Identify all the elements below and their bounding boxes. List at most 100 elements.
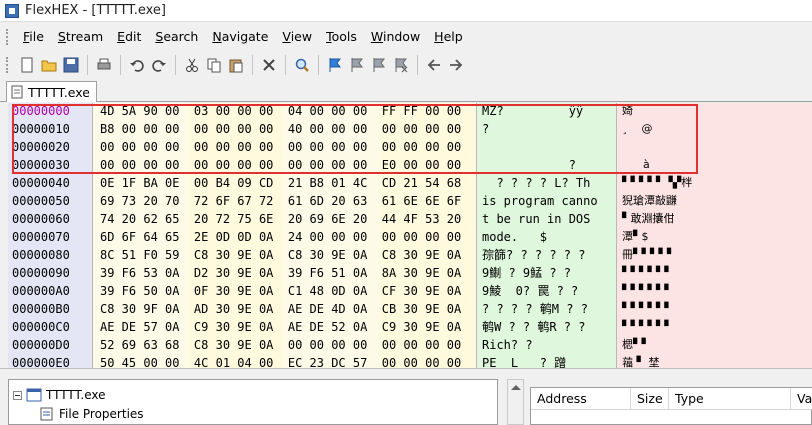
hex-row[interactable]: 00000080 8C 51 F0 59 C8 30 9E 0A C8 30 9E… bbox=[8, 246, 812, 264]
structure-table[interactable]: Address Size Type Val bbox=[530, 387, 812, 425]
ascii-cell[interactable]: mode. $ bbox=[482, 228, 598, 246]
column-header-type[interactable]: Type bbox=[669, 388, 791, 410]
hex-row[interactable]: 00000070 6D 6F 64 65 2E 0D 0D 0A 24 00 00… bbox=[8, 228, 812, 246]
ascii-cell[interactable] bbox=[482, 138, 598, 156]
hex-bytes-cell[interactable]: 6D 6F 64 65 2E 0D 0D 0A 24 00 00 00 00 0… bbox=[100, 228, 461, 246]
hex-row[interactable]: 000000D0 52 69 63 68 C8 30 9E 0A 00 00 00… bbox=[8, 336, 812, 354]
unicode-cell[interactable]: 䕐 ▘ 埜 bbox=[622, 354, 670, 368]
ascii-cell[interactable]: 9鯯 ? 9鯭 ? ? bbox=[482, 264, 578, 282]
menu-search[interactable]: Search bbox=[148, 27, 205, 47]
column-header-address[interactable]: Address bbox=[531, 388, 631, 410]
undo-button[interactable] bbox=[126, 54, 148, 76]
hex-bytes-cell[interactable]: 39 F6 53 0A D2 30 9E 0A 39 F6 51 0A 8A 3… bbox=[100, 264, 461, 282]
menu-file[interactable]: File bbox=[16, 27, 51, 47]
unicode-cell[interactable] bbox=[622, 138, 653, 156]
hex-bytes-cell[interactable]: AE DE 57 0A C9 30 9E 0A AE DE 52 0A C9 3… bbox=[100, 318, 461, 336]
hex-bytes-cell[interactable]: B8 00 00 00 00 00 00 00 40 00 00 00 00 0… bbox=[100, 120, 461, 138]
ascii-cell[interactable]: 孮篩? ? ? ? ? ? bbox=[482, 246, 593, 264]
hex-row[interactable]: 000000E0 50 45 00 00 4C 01 04 00 EC 23 DC… bbox=[8, 354, 812, 368]
ascii-cell[interactable]: MZ? ÿÿ bbox=[482, 103, 598, 120]
hex-row[interactable]: 000000B0 C8 30 9F 0A AD 30 9E 0A AE DE 4D… bbox=[8, 300, 812, 318]
bookmark-button[interactable] bbox=[324, 54, 346, 76]
hex-bytes-cell[interactable]: 00 00 00 00 00 00 00 00 00 00 00 00 E0 0… bbox=[100, 156, 461, 174]
menu-window[interactable]: Window bbox=[364, 27, 427, 47]
unicode-cell[interactable]: ▘▘▘▘▘▘ bbox=[622, 300, 673, 318]
ascii-cell[interactable]: is program canno bbox=[482, 192, 598, 210]
hex-row[interactable]: 00000060 74 20 62 65 20 72 75 6E 20 69 6E… bbox=[8, 210, 812, 228]
print-button[interactable] bbox=[93, 54, 115, 76]
unicode-cell[interactable]: ▘▘▘▘▘▝▞柈 bbox=[622, 174, 692, 192]
ascii-cell[interactable]: t be run in DOS bbox=[482, 210, 598, 228]
scroll-up-icon[interactable] bbox=[511, 385, 521, 390]
bookmark-next-button[interactable] bbox=[346, 54, 368, 76]
bookmark-prev-button[interactable] bbox=[368, 54, 390, 76]
hex-row[interactable]: 00000090 39 F6 53 0A D2 30 9E 0A 39 F6 51… bbox=[8, 264, 812, 282]
unicode-cell[interactable]: à bbox=[622, 156, 657, 174]
unicode-cell[interactable]: ▘敢淵攮佄 bbox=[622, 210, 674, 228]
hex-row[interactable]: 00000000 4D 5A 90 00 03 00 00 00 04 00 00… bbox=[8, 103, 812, 120]
tree-item-root[interactable]: TTTTT.exe bbox=[13, 386, 105, 404]
hex-bytes-cell[interactable]: C8 30 9F 0A AD 30 9E 0A AE DE 4D 0A CB 3… bbox=[100, 300, 461, 318]
collapse-icon[interactable] bbox=[13, 390, 22, 400]
hex-row[interactable]: 000000A0 39 F6 50 0A 0F 30 9E 0A C1 48 0D… bbox=[8, 282, 812, 300]
unicode-cell[interactable]: ▘▘▘▘▘▘ bbox=[622, 264, 673, 282]
hex-row[interactable]: 00000040 0E 1F BA 0E 00 B4 09 CD 21 B8 01… bbox=[8, 174, 812, 192]
unicode-cell[interactable]: ▘▘▘▘▘▘ bbox=[622, 282, 673, 300]
ascii-cell[interactable]: ? bbox=[482, 156, 598, 174]
hex-row[interactable]: 000000C0 AE DE 57 0A C9 30 9E 0A AE DE 52… bbox=[8, 318, 812, 336]
ascii-cell[interactable]: Rich? ? bbox=[482, 336, 598, 354]
save-button[interactable] bbox=[60, 54, 82, 76]
hex-bytes-cell[interactable]: 0E 1F BA 0E 00 B4 09 CD 21 B8 01 4C CD 2… bbox=[100, 174, 461, 192]
menu-view[interactable]: View bbox=[275, 27, 319, 47]
tab-tttttexe[interactable]: TTTTT.exe bbox=[6, 81, 97, 102]
delete-button[interactable] bbox=[258, 54, 280, 76]
hex-bytes-cell[interactable]: 39 F6 50 0A 0F 30 9E 0A C1 48 0D 0A CF 3… bbox=[100, 282, 461, 300]
open-folder-button[interactable] bbox=[38, 54, 60, 76]
ascii-cell[interactable]: PE L ? 蹭 bbox=[482, 354, 595, 368]
ascii-cell[interactable]: ? ? ? ? 鹌M ? ? bbox=[482, 300, 595, 318]
hex-bytes-cell[interactable]: 8C 51 F0 59 C8 30 9E 0A C8 30 9E 0A C8 3… bbox=[100, 246, 461, 264]
menu-help[interactable]: Help bbox=[427, 27, 470, 47]
column-header-size[interactable]: Size bbox=[631, 388, 669, 410]
hex-bytes-cell[interactable]: 69 73 20 70 72 6F 67 72 61 6D 20 63 61 6… bbox=[100, 192, 461, 210]
unicode-cell[interactable]: 冊▘▘▘▘▘ bbox=[622, 246, 675, 264]
hex-bytes-cell[interactable]: 74 20 62 65 20 72 75 6E 20 69 6E 20 44 4… bbox=[100, 210, 461, 228]
bookmark-clear-button[interactable] bbox=[390, 54, 412, 76]
column-header-value[interactable]: Val bbox=[791, 388, 812, 410]
unicode-cell[interactable]: 潭▘$ bbox=[622, 228, 662, 246]
new-file-button[interactable] bbox=[16, 54, 38, 76]
hex-row[interactable]: 00000020 00 00 00 00 00 00 00 00 00 00 00… bbox=[8, 138, 812, 156]
menu-edit[interactable]: Edit bbox=[110, 27, 148, 47]
menu-stream[interactable]: Stream bbox=[51, 27, 110, 47]
ascii-cell[interactable]: ? bbox=[482, 120, 598, 138]
ascii-cell[interactable]: 鹌W ? ? 鹌R ? ? bbox=[482, 318, 593, 336]
hex-row[interactable]: 00000030 00 00 00 00 00 00 00 00 00 00 00… bbox=[8, 156, 812, 174]
hex-bytes-cell[interactable]: 52 69 63 68 C8 30 9E 0A 00 00 00 00 00 0… bbox=[100, 336, 461, 354]
file-tree-panel[interactable]: TTTTT.exe File Properties bbox=[8, 379, 498, 425]
copy-button[interactable] bbox=[203, 54, 225, 76]
hex-bytes-cell[interactable]: 4D 5A 90 00 03 00 00 00 04 00 00 00 FF F… bbox=[100, 103, 461, 120]
redo-button[interactable] bbox=[148, 54, 170, 76]
unicode-cell[interactable]: 楒▘▘ bbox=[622, 336, 667, 354]
unicode-cell[interactable]: 猊瑲潭敲鼸 bbox=[622, 192, 677, 210]
unicode-cell[interactable]: ¸ @ bbox=[622, 120, 663, 138]
cut-button[interactable] bbox=[181, 54, 203, 76]
hex-editor-view[interactable]: 00000000 4D 5A 90 00 03 00 00 00 04 00 00… bbox=[8, 103, 812, 368]
ascii-cell[interactable]: ? ? ? ? L? Th bbox=[482, 174, 590, 192]
vertical-scrollbar[interactable] bbox=[507, 379, 524, 425]
paste-button[interactable] bbox=[225, 54, 247, 76]
forward-arrow-button[interactable] bbox=[445, 54, 467, 76]
back-arrow-button[interactable] bbox=[423, 54, 445, 76]
unicode-cell[interactable]: 婍 bbox=[622, 103, 657, 120]
tree-item-file-properties[interactable]: File Properties bbox=[39, 405, 144, 423]
hex-bytes-cell[interactable]: 00 00 00 00 00 00 00 00 00 00 00 00 00 0… bbox=[100, 138, 461, 156]
hex-bytes-cell[interactable]: 50 45 00 00 4C 01 04 00 EC 23 DC 57 00 0… bbox=[100, 354, 461, 368]
hex-row[interactable]: 00000050 69 73 20 70 72 6F 67 72 61 6D 20… bbox=[8, 192, 812, 210]
find-button[interactable] bbox=[291, 54, 313, 76]
panel-splitter[interactable] bbox=[0, 368, 812, 378]
unicode-cell[interactable]: ▘▘▘▘▘▘ bbox=[622, 318, 673, 336]
ascii-cell[interactable]: 9鯪 0? 罠 ? ? bbox=[482, 282, 585, 300]
menu-navigate[interactable]: Navigate bbox=[205, 27, 275, 47]
hex-row[interactable]: 00000010 B8 00 00 00 00 00 00 00 40 00 00… bbox=[8, 120, 812, 138]
menu-tools[interactable]: Tools bbox=[319, 27, 364, 47]
